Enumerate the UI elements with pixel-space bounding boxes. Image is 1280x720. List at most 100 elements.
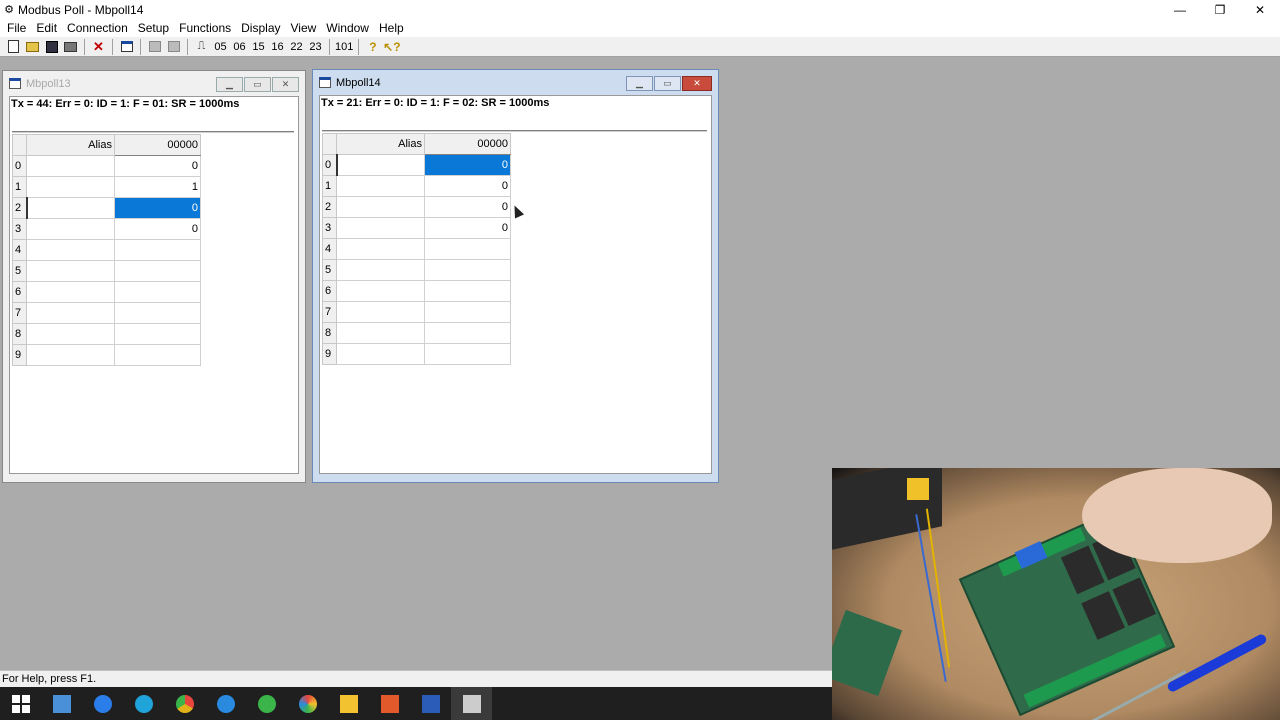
value-cell-selected[interactable]: 0 (114, 197, 201, 219)
taskbar-app[interactable] (41, 687, 82, 720)
row-header[interactable]: 9 (12, 344, 27, 366)
taskbar-app-active[interactable] (451, 687, 492, 720)
value-cell[interactable] (424, 280, 511, 302)
taskbar-app[interactable] (205, 687, 246, 720)
row-header[interactable]: 6 (12, 281, 27, 303)
menu-view[interactable]: View (286, 21, 322, 35)
row-header[interactable]: 0 (322, 154, 338, 176)
window-caption[interactable]: Mbpoll14 ▁ ▭ ✕ (313, 70, 718, 95)
window-close-button[interactable]: ✕ (272, 77, 299, 92)
value-cell[interactable] (424, 322, 511, 344)
menu-file[interactable]: File (2, 21, 31, 35)
row-header[interactable]: 5 (12, 260, 27, 282)
alias-cell[interactable] (26, 323, 115, 345)
start-button[interactable] (0, 687, 41, 720)
alias-cell[interactable] (336, 280, 425, 302)
alias-cell[interactable] (336, 154, 425, 176)
menu-help[interactable]: Help (374, 21, 409, 35)
alias-cell[interactable] (336, 322, 425, 344)
row-header[interactable]: 4 (322, 238, 337, 260)
function-22-button[interactable]: 22 (287, 39, 306, 55)
alias-cell[interactable] (336, 301, 425, 323)
taskbar-app[interactable] (328, 687, 369, 720)
row-header[interactable]: 6 (322, 280, 337, 302)
save-icon[interactable] (42, 39, 61, 55)
value-cell-selected[interactable]: 0 (424, 154, 511, 176)
menu-functions[interactable]: Functions (174, 21, 236, 35)
window-maximize-button[interactable]: ▭ (654, 76, 681, 91)
window-close-button[interactable]: ✕ (682, 76, 712, 91)
print-icon[interactable] (61, 39, 80, 55)
alias-cell[interactable] (26, 302, 115, 324)
taskbar-app[interactable] (123, 687, 164, 720)
restore-button[interactable]: ❐ (1200, 0, 1240, 19)
window-icon[interactable] (117, 39, 136, 55)
function-15-button[interactable]: 15 (249, 39, 268, 55)
function-06-button[interactable]: 06 (230, 39, 249, 55)
connect-icon[interactable] (145, 39, 164, 55)
taskbar-app[interactable] (246, 687, 287, 720)
window-caption[interactable]: Mbpoll13 ▁ ▭ ✕ (3, 71, 305, 96)
taskbar-app[interactable] (164, 687, 205, 720)
taskbar-app[interactable] (410, 687, 451, 720)
row-header[interactable]: 8 (12, 323, 27, 345)
value-cell[interactable] (114, 344, 201, 366)
minimize-button[interactable]: — (1160, 0, 1200, 19)
row-header[interactable]: 1 (322, 175, 337, 197)
alias-cell[interactable] (26, 197, 115, 219)
alias-cell[interactable] (336, 217, 425, 239)
value-cell[interactable]: 1 (114, 176, 201, 198)
value-cell[interactable] (424, 343, 511, 365)
help-icon[interactable]: ? (363, 39, 382, 55)
row-header[interactable]: 4 (12, 239, 27, 261)
alias-cell[interactable] (336, 196, 425, 218)
mdi-window-mbpoll13[interactable]: Mbpoll13 ▁ ▭ ✕ Tx = 44: Err = 0: ID = 1:… (2, 70, 306, 483)
taskbar-app[interactable] (287, 687, 328, 720)
row-header[interactable]: 3 (12, 218, 27, 240)
value-cell[interactable] (114, 302, 201, 324)
taskbar-app[interactable] (369, 687, 410, 720)
row-header[interactable]: 9 (322, 343, 337, 365)
alias-cell[interactable] (26, 155, 115, 177)
alias-cell[interactable] (26, 218, 115, 240)
row-header[interactable]: 7 (322, 301, 337, 323)
row-header[interactable]: 5 (322, 259, 337, 281)
menu-edit[interactable]: Edit (31, 21, 62, 35)
value-cell[interactable]: 0 (114, 218, 201, 240)
value-cell[interactable]: 0 (114, 155, 201, 177)
window-minimize-button[interactable]: ▁ (626, 76, 653, 91)
value-cell[interactable] (114, 239, 201, 261)
alias-cell[interactable] (26, 239, 115, 261)
value-cell[interactable] (424, 238, 511, 260)
address-column-header[interactable]: 00000 (114, 134, 201, 156)
alias-cell[interactable] (336, 259, 425, 281)
row-header[interactable]: 0 (12, 155, 27, 177)
row-header[interactable]: 7 (12, 302, 27, 324)
alias-cell[interactable] (26, 260, 115, 282)
mdi-window-mbpoll14[interactable]: Mbpoll14 ▁ ▭ ✕ Tx = 21: Err = 0: ID = 1:… (312, 69, 719, 483)
delete-icon[interactable]: ✕ (89, 39, 108, 55)
menu-display[interactable]: Display (236, 21, 285, 35)
menu-connection[interactable]: Connection (62, 21, 133, 35)
value-cell[interactable] (114, 260, 201, 282)
value-cell[interactable] (114, 323, 201, 345)
close-button[interactable]: ✕ (1240, 0, 1280, 19)
menu-setup[interactable]: Setup (133, 21, 174, 35)
alias-cell[interactable] (26, 344, 115, 366)
value-cell[interactable] (424, 259, 511, 281)
value-cell[interactable]: 0 (424, 175, 511, 197)
row-header[interactable]: 8 (322, 322, 337, 344)
alias-column-header[interactable]: Alias (336, 133, 425, 155)
function-05-button[interactable]: 05 (211, 39, 230, 55)
alias-cell[interactable] (336, 238, 425, 260)
read-101-button[interactable]: 101 (334, 39, 354, 55)
value-cell[interactable] (424, 301, 511, 323)
address-column-header[interactable]: 00000 (424, 133, 511, 155)
open-icon[interactable] (23, 39, 42, 55)
pulse-icon[interactable]: ⎍ (192, 39, 211, 55)
alias-column-header[interactable]: Alias (26, 134, 115, 156)
row-header[interactable]: 2 (12, 197, 28, 219)
row-header[interactable]: 1 (12, 176, 27, 198)
taskbar-app[interactable] (82, 687, 123, 720)
alias-cell[interactable] (336, 343, 425, 365)
